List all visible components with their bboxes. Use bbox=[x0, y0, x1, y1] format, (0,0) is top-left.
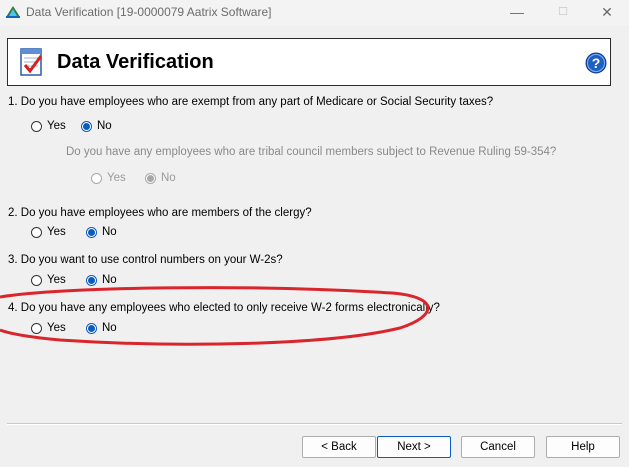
question-1-sub-label: Do you have any employees who are tribal… bbox=[66, 146, 557, 158]
q2-no-radio[interactable]: No bbox=[86, 224, 117, 240]
question-2-label: 2. Do you have employees who are members… bbox=[8, 207, 312, 219]
radio-label: Yes bbox=[107, 172, 126, 184]
cancel-button[interactable]: Cancel bbox=[461, 436, 535, 458]
radio-circle bbox=[31, 274, 42, 286]
radio-label: No bbox=[161, 172, 176, 184]
radio-circle bbox=[145, 172, 156, 184]
radio-label: Yes bbox=[47, 120, 66, 132]
question-3-label: 3. Do you want to use control numbers on… bbox=[8, 254, 283, 266]
title-bar: Data Verification [19-0000079 Aatrix Sof… bbox=[0, 0, 629, 26]
question-1-label: 1. Do you have employees who are exempt … bbox=[8, 96, 494, 108]
radio-label: No bbox=[102, 226, 117, 238]
q2-yes-radio[interactable]: Yes bbox=[31, 224, 66, 240]
close-button[interactable]: ✕ bbox=[584, 0, 629, 26]
radio-circle bbox=[31, 322, 42, 334]
radio-label: No bbox=[97, 120, 112, 132]
radio-label: No bbox=[102, 274, 117, 286]
q1-no-radio[interactable]: No bbox=[81, 118, 112, 134]
q3-no-radio[interactable]: No bbox=[86, 272, 117, 288]
maximize-button[interactable]: ☐ bbox=[540, 0, 586, 26]
radio-circle bbox=[86, 226, 97, 238]
window-title: Data Verification [19-0000079 Aatrix Sof… bbox=[26, 5, 272, 19]
radio-label: No bbox=[102, 322, 117, 334]
q4-yes-radio[interactable]: Yes bbox=[31, 320, 66, 336]
minimize-button[interactable]: — bbox=[494, 0, 540, 26]
q4-no-radio[interactable]: No bbox=[86, 320, 117, 336]
q1-sub-yes-radio[interactable]: Yes bbox=[91, 170, 126, 186]
radio-circle bbox=[86, 274, 97, 286]
question-4-label: 4. Do you have any employees who elected… bbox=[8, 302, 440, 314]
svg-text:?: ? bbox=[592, 55, 601, 71]
next-button[interactable]: Next > bbox=[377, 436, 451, 458]
radio-label: Yes bbox=[47, 226, 66, 238]
checklist-document-icon bbox=[20, 48, 43, 76]
radio-circle bbox=[81, 120, 92, 132]
back-button[interactable]: < Back bbox=[302, 436, 376, 458]
q1-yes-radio[interactable]: Yes bbox=[31, 118, 66, 134]
header-panel: Data Verification ? bbox=[7, 38, 611, 86]
help-icon[interactable]: ? bbox=[585, 52, 607, 74]
radio-circle bbox=[31, 226, 42, 238]
radio-circle bbox=[31, 120, 42, 132]
app-logo-icon bbox=[6, 6, 20, 18]
help-button[interactable]: Help bbox=[546, 436, 620, 458]
radio-circle bbox=[86, 322, 97, 334]
q1-sub-no-radio[interactable]: No bbox=[145, 170, 176, 186]
q3-yes-radio[interactable]: Yes bbox=[31, 272, 66, 288]
radio-label: Yes bbox=[47, 322, 66, 334]
footer-separator bbox=[7, 423, 622, 425]
radio-circle bbox=[91, 172, 102, 184]
radio-label: Yes bbox=[47, 274, 66, 286]
page-title: Data Verification bbox=[57, 51, 214, 73]
